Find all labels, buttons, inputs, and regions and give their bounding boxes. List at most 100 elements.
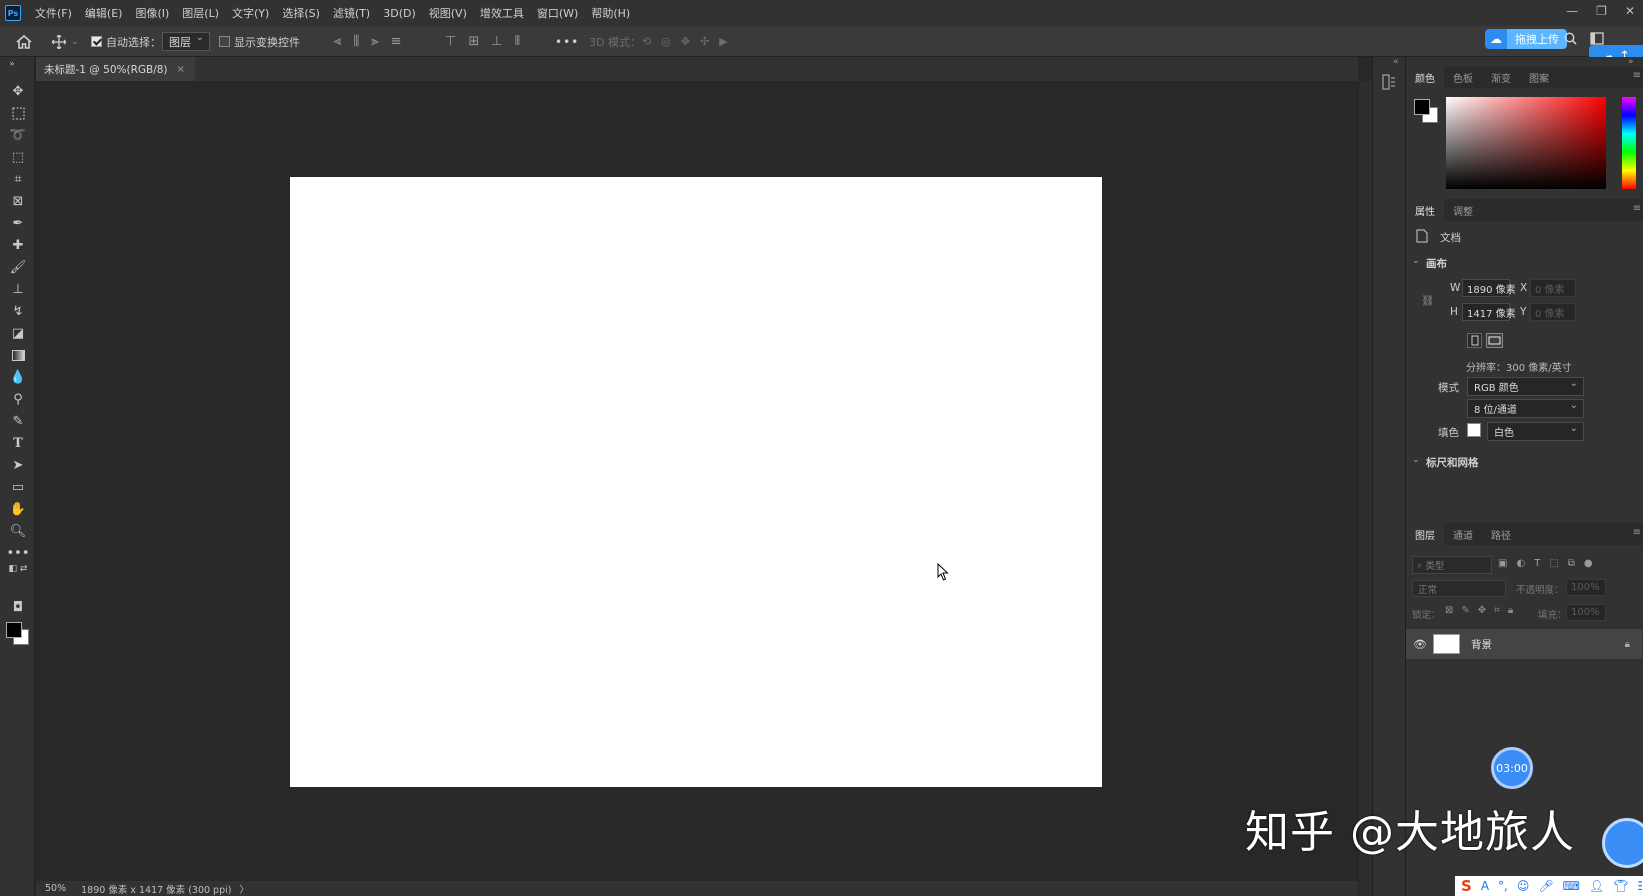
- hue-slider[interactable]: [1622, 97, 1636, 189]
- gradient-tool-icon[interactable]: [8, 345, 28, 365]
- 3d-slide-icon[interactable]: ✣: [700, 35, 709, 48]
- align-left-icon[interactable]: ⫷: [334, 34, 341, 49]
- edit-toolbar-icon[interactable]: •••: [7, 543, 30, 563]
- layer-filter-select[interactable]: ⌕ 类型: [1412, 556, 1492, 574]
- lock-artboard-icon[interactable]: ⌗: [1494, 605, 1500, 616]
- recording-timer[interactable]: 03:00: [1491, 747, 1533, 789]
- menu-type[interactable]: 文字(Y): [232, 5, 269, 21]
- tab-swatches[interactable]: 色板: [1444, 66, 1482, 88]
- clone-stamp-tool-icon[interactable]: ⊥: [8, 279, 28, 299]
- align-center-icon[interactable]: ⫼: [353, 34, 359, 49]
- upload-button[interactable]: ☁ 拖拽上传: [1485, 29, 1567, 49]
- lock-image-icon[interactable]: ✎: [1461, 605, 1469, 616]
- align-right-icon[interactable]: ⫸: [371, 34, 378, 49]
- home-icon[interactable]: [16, 26, 32, 57]
- properties-panel-menu-icon[interactable]: ≡: [1633, 203, 1641, 214]
- ime-language-icon[interactable]: A: [1481, 879, 1489, 893]
- filter-type-icon[interactable]: T: [1534, 558, 1540, 569]
- blur-tool-icon[interactable]: 💧: [8, 367, 28, 387]
- status-menu-arrow[interactable]: 〉: [239, 882, 249, 896]
- type-tool-icon[interactable]: T: [8, 433, 28, 453]
- zoom-level[interactable]: 50%: [45, 883, 66, 894]
- x-field[interactable]: 0 像素: [1530, 279, 1576, 297]
- menu-help[interactable]: 帮助(H): [591, 5, 630, 21]
- color-mode-select[interactable]: RGB 颜色: [1467, 377, 1584, 396]
- restore-button[interactable]: ❐: [1596, 4, 1607, 18]
- auto-select-target-select[interactable]: 图层: [162, 32, 210, 51]
- healing-brush-tool-icon[interactable]: ✚: [8, 235, 28, 255]
- align-middle-icon[interactable]: ⊞: [468, 34, 479, 49]
- tab-gradients[interactable]: 渐变: [1482, 66, 1520, 88]
- dodge-tool-icon[interactable]: ⚲: [8, 389, 28, 409]
- zoom-tool-icon[interactable]: 🔍︎: [8, 521, 28, 541]
- fill-opacity-field[interactable]: 100%: [1566, 604, 1606, 621]
- filter-smart-object-icon[interactable]: ⧉: [1568, 558, 1575, 569]
- menu-view[interactable]: 视图(V): [429, 5, 467, 21]
- ime-menu-icon[interactable]: ☷: [1637, 879, 1643, 893]
- tab-properties[interactable]: 属性: [1406, 199, 1444, 221]
- vertical-scrollbar[interactable]: [1358, 81, 1372, 896]
- color-picker-field[interactable]: [1446, 97, 1606, 189]
- tab-patterns[interactable]: 图案: [1520, 66, 1558, 88]
- foreground-color-swatch[interactable]: [6, 622, 22, 638]
- ime-user-icon[interactable]: 👤︎: [1589, 879, 1604, 893]
- rulers-section-chevron-icon[interactable]: ⌄: [1412, 455, 1420, 465]
- menu-window[interactable]: 窗口(W): [537, 5, 578, 21]
- fill-color-swatch[interactable]: [1467, 423, 1481, 437]
- canvas-section-chevron-icon[interactable]: ⌄: [1412, 256, 1420, 266]
- brush-tool-icon[interactable]: 🖌: [8, 257, 28, 277]
- lock-transparent-icon[interactable]: ⊠: [1445, 605, 1453, 616]
- menu-edit[interactable]: 编辑(E): [85, 5, 123, 21]
- filter-toggle-icon[interactable]: ●: [1584, 558, 1593, 569]
- close-window-button[interactable]: ✕: [1625, 4, 1635, 18]
- move-tool-icon[interactable]: ✥: [8, 81, 28, 101]
- canvas-section-title[interactable]: 画布: [1426, 256, 1447, 271]
- lasso-tool-icon[interactable]: ➰: [8, 125, 28, 145]
- swap-colors-icon[interactable]: ◧ ⇄: [8, 563, 28, 575]
- 3d-camera-icon[interactable]: ▶: [719, 35, 727, 48]
- layer-lock-icon[interactable]: 🔒︎: [1625, 639, 1630, 650]
- document-canvas[interactable]: [290, 177, 1102, 787]
- y-field[interactable]: 0 像素: [1530, 303, 1576, 321]
- distribute-icon[interactable]: ≡: [391, 34, 402, 49]
- ime-voice-icon[interactable]: 🎤︎: [1538, 879, 1553, 893]
- menu-image[interactable]: 图像(I): [135, 5, 169, 21]
- tab-color[interactable]: 颜色: [1406, 66, 1444, 88]
- blend-mode-select[interactable]: 正常: [1412, 580, 1506, 597]
- 3d-orbit-icon[interactable]: ⟲: [642, 35, 651, 48]
- 3d-roll-icon[interactable]: ◎: [661, 35, 671, 48]
- menu-filter[interactable]: 滤镜(T): [333, 5, 370, 21]
- align-bottom-icon[interactable]: ⊥: [491, 34, 502, 49]
- height-field[interactable]: 1417 像素: [1462, 303, 1516, 321]
- more-options-button[interactable]: •••: [555, 26, 579, 57]
- 3d-drag-icon[interactable]: ✥: [681, 35, 690, 48]
- layer-visibility-eye-icon[interactable]: 👁︎: [1413, 638, 1427, 651]
- sogou-ime-icon[interactable]: S: [1461, 877, 1472, 895]
- rectangle-tool-icon[interactable]: ▭: [8, 477, 28, 497]
- marquee-tool-icon[interactable]: [8, 103, 28, 123]
- fill-select[interactable]: 白色: [1487, 422, 1584, 441]
- distribute-vertical-icon[interactable]: ⫴: [515, 34, 520, 49]
- pen-tool-icon[interactable]: ✎: [8, 411, 28, 431]
- crop-tool-icon[interactable]: ⌗: [8, 169, 28, 189]
- bit-depth-select[interactable]: 8 位/通道: [1467, 399, 1584, 418]
- eyedropper-tool-icon[interactable]: ✒: [8, 213, 28, 233]
- history-brush-tool-icon[interactable]: ↯: [8, 301, 28, 321]
- align-top-icon[interactable]: ⊤: [445, 34, 456, 49]
- menu-file[interactable]: 文件(F): [35, 5, 72, 21]
- document-tab[interactable]: 未标题-1 @ 50%(RGB/8) ×: [36, 57, 195, 81]
- ime-punctuation-icon[interactable]: °,: [1498, 879, 1508, 893]
- eraser-tool-icon[interactable]: ◪: [8, 323, 28, 343]
- layers-panel-menu-icon[interactable]: ≡: [1633, 527, 1641, 538]
- path-selection-tool-icon[interactable]: ➤: [8, 455, 28, 475]
- tab-channels[interactable]: 通道: [1444, 523, 1482, 545]
- lock-position-icon[interactable]: ✥: [1478, 605, 1486, 616]
- search-icon[interactable]: [1564, 32, 1577, 45]
- color-panel-foreground-swatch[interactable]: [1414, 99, 1430, 115]
- ime-skin-icon[interactable]: 👕︎: [1613, 879, 1628, 893]
- workspace-icon[interactable]: [1590, 32, 1604, 45]
- show-transform-checkbox[interactable]: 显示变换控件: [219, 26, 300, 57]
- ime-keyboard-icon[interactable]: ⌨: [1563, 879, 1580, 893]
- minimize-button[interactable]: —: [1566, 4, 1578, 18]
- tab-layers[interactable]: 图层: [1406, 523, 1444, 545]
